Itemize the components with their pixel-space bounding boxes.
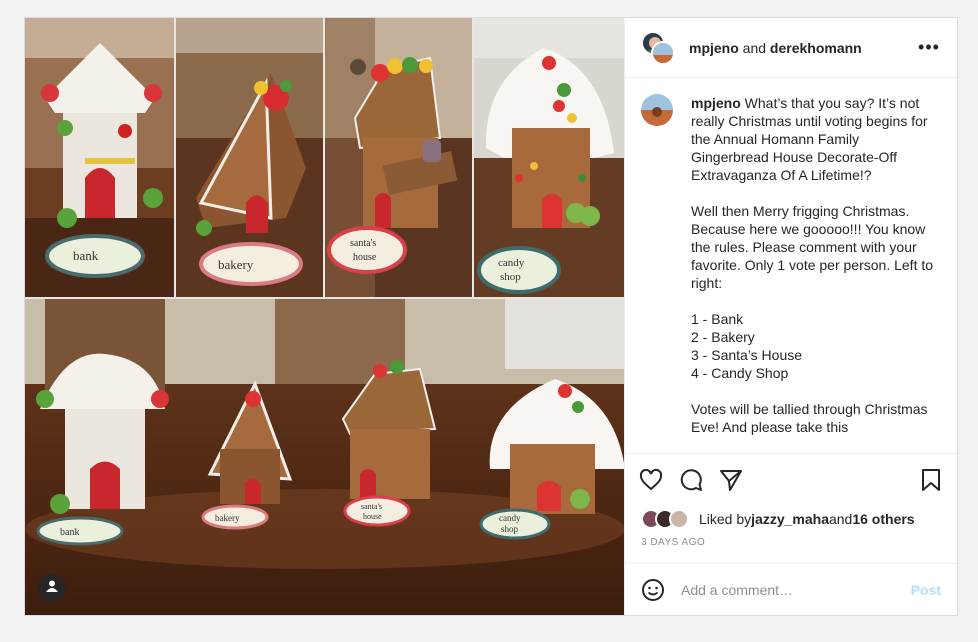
likes-summary: Liked by jazzy_maha and 16 others — [625, 505, 957, 533]
more-horizontal-icon: ••• — [918, 37, 940, 57]
post-owners: mpjeno and derekhomann — [689, 40, 917, 56]
more-options-button[interactable]: ••• — [917, 37, 941, 58]
owner-avatars[interactable] — [641, 30, 675, 65]
comment-composer: Post — [625, 563, 957, 615]
label-bakery: bakery — [218, 257, 254, 272]
heart-icon[interactable] — [639, 468, 663, 492]
owners-and: and — [742, 39, 767, 56]
emoji-icon[interactable] — [641, 578, 665, 602]
caption-username[interactable]: mpjeno — [691, 95, 741, 111]
comment-input[interactable] — [679, 580, 911, 599]
liker-avatars[interactable] — [641, 508, 693, 530]
action-bar — [625, 453, 957, 505]
caption-scroll-area[interactable]: mpjeno What’s that you say? It’s not rea… — [625, 78, 957, 453]
owner-username-1[interactable]: mpjeno — [689, 40, 739, 56]
likes-prefix: Liked by — [699, 511, 752, 527]
big-label-santas-line1: santa's — [361, 502, 382, 511]
photo-candy-shop-closeup: candy shop — [474, 18, 624, 297]
caption-row: mpjeno What’s that you say? It’s not rea… — [641, 94, 941, 436]
big-label-santas-line2: house — [363, 512, 382, 521]
likes-middle: and — [828, 511, 853, 527]
post-comment-button[interactable]: Post — [911, 582, 941, 598]
photo-bank-closeup: bank — [25, 18, 174, 297]
label-santas-line2: house — [353, 252, 377, 263]
big-label-bank: bank — [60, 527, 79, 538]
label-santas-line1: santa's — [350, 238, 376, 249]
comment-icon[interactable] — [679, 468, 703, 492]
big-label-bakery: bakery — [215, 513, 240, 523]
post-sidebar: mpjeno and derekhomann ••• mpjeno What’s… — [624, 18, 957, 615]
label-candy-line2: shop — [500, 271, 521, 283]
liker-username[interactable]: jazzy_maha — [751, 511, 829, 527]
person-icon — [45, 579, 59, 598]
avatar-derekhomann[interactable] — [651, 40, 675, 65]
liker-avatar-3 — [669, 509, 689, 529]
big-label-candy-line1: candy — [499, 513, 521, 523]
likes-others[interactable]: 16 others — [852, 511, 914, 527]
photo-santas-house-closeup: santa's house — [325, 18, 472, 297]
photo-all-houses: bank bakery santa's house candy shop — [25, 299, 624, 615]
label-candy-line1: candy — [498, 257, 525, 269]
post-header: mpjeno and derekhomann ••• — [625, 18, 957, 78]
caption-text: mpjeno What’s that you say? It’s not rea… — [691, 94, 935, 436]
caption-body: What’s that you say? It’s not really Chr… — [691, 95, 934, 435]
post-media[interactable]: bank bakery santa's house candy shop ban… — [25, 18, 624, 615]
post-timestamp[interactable]: 3 DAYS AGO — [625, 533, 957, 563]
label-bank: bank — [73, 248, 99, 263]
owner-username-2[interactable]: derekhomann — [770, 40, 862, 56]
bookmark-icon[interactable] — [919, 468, 943, 492]
big-label-candy-line2: shop — [501, 524, 519, 534]
caption-avatar[interactable] — [641, 94, 673, 126]
share-icon[interactable] — [719, 468, 743, 492]
photo-bakery-closeup: bakery — [176, 18, 323, 297]
tagged-people-button[interactable] — [38, 574, 66, 602]
post-card: bank bakery santa's house candy shop ban… — [24, 17, 958, 616]
